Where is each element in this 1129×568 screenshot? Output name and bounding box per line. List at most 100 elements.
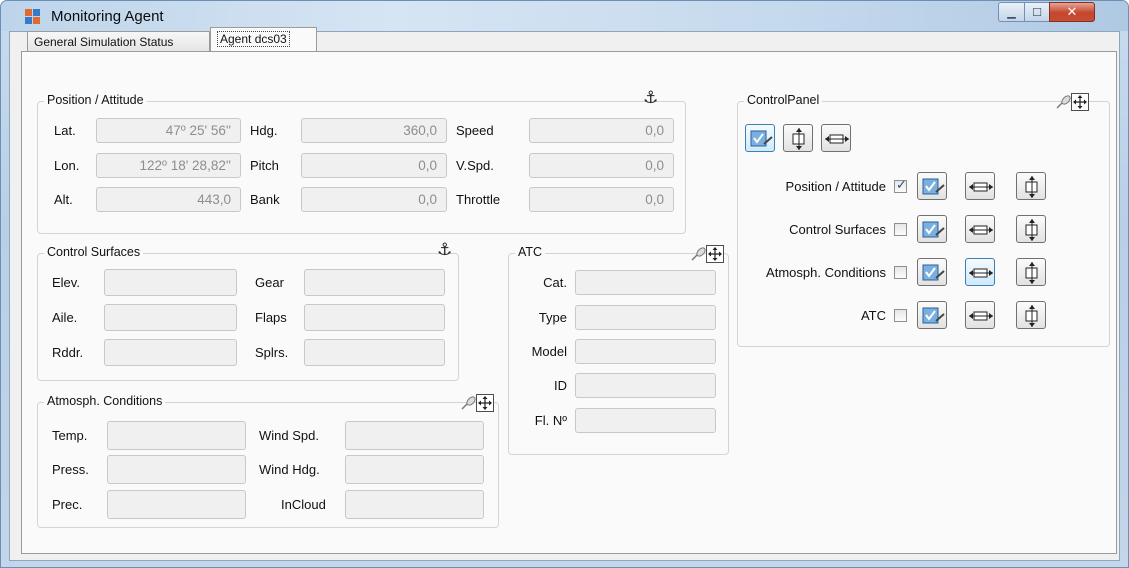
group-title: ATC <box>515 245 546 259</box>
cp-fit-width-control-surfaces[interactable] <box>965 215 995 243</box>
aile-field[interactable] <box>104 304 237 331</box>
fit-width-icon <box>825 134 849 144</box>
lon-label: Lon. <box>54 158 80 173</box>
edit-panel-icon <box>750 130 773 147</box>
alt-field[interactable]: 443,0 <box>96 187 241 212</box>
id-field[interactable] <box>575 373 716 398</box>
pin-icon[interactable] <box>1054 93 1072 111</box>
cp-edit-atmosph-conditions[interactable] <box>917 258 947 286</box>
group-title: Atmosph. Conditions <box>44 394 166 408</box>
pitch-label: Pitch <box>250 158 279 173</box>
pin-move-controls <box>459 394 495 412</box>
pin-icon[interactable] <box>689 245 707 263</box>
minimize-button[interactable]: ▁ <box>998 2 1025 22</box>
lat-label: Lat. <box>54 123 76 138</box>
vspd-field[interactable]: 0,0 <box>529 153 674 178</box>
cp-toggle-position-attitude[interactable] <box>894 177 907 193</box>
close-button[interactable]: ✕ <box>1049 2 1095 22</box>
move-icon[interactable] <box>476 394 494 412</box>
anchor-icon[interactable]: ⚓ <box>643 88 658 108</box>
id-label: ID <box>554 378 567 393</box>
tab-general-simulation-status[interactable]: General Simulation Status <box>27 31 210 52</box>
cp-toggle-atc[interactable] <box>894 309 907 322</box>
fit-width-icon <box>969 225 993 235</box>
minimize-icon: ▁ <box>1007 6 1016 19</box>
cp-fit-height-atmosph-conditions[interactable] <box>1016 258 1046 286</box>
group-title: Position / Attitude <box>44 93 147 107</box>
fit-height-icon <box>792 128 805 150</box>
group-title: ControlPanel <box>744 93 823 107</box>
pin-icon[interactable] <box>459 394 477 412</box>
bank-field[interactable]: 0,0 <box>301 187 447 212</box>
tab-agent-dcs03[interactable]: Agent dcs03 <box>210 27 317 51</box>
wind-hdg-label: Wind Hdg. <box>259 462 320 477</box>
maximize-button[interactable]: ☐ <box>1024 2 1050 22</box>
wind-spd-field[interactable] <box>345 421 484 450</box>
hdg-field[interactable]: 360,0 <box>301 118 447 143</box>
edit-panel-icon <box>922 221 945 238</box>
lat-field[interactable]: 47º 25' 56'' <box>96 118 241 143</box>
fl-no-field[interactable] <box>575 408 716 433</box>
app-icon <box>25 9 41 25</box>
press-label: Press. <box>52 462 89 477</box>
anchor-icon[interactable]: ⚓ <box>437 240 452 260</box>
atmosph-conditions-group: Atmosph. Conditions Temp. Press. Prec. W… <box>37 394 499 528</box>
wind-hdg-field[interactable] <box>345 455 484 484</box>
fl-no-label: Fl. Nº <box>534 413 567 428</box>
cp-fit-width-position-attitude[interactable] <box>965 172 995 200</box>
elev-field[interactable] <box>104 269 237 296</box>
fit-height-button[interactable] <box>783 124 813 152</box>
model-label: Model <box>531 344 567 359</box>
move-icon[interactable] <box>706 245 724 263</box>
cp-fit-height-control-surfaces[interactable] <box>1016 215 1046 243</box>
cp-edit-position-attitude[interactable] <box>917 172 947 200</box>
rddr-field[interactable] <box>104 339 237 366</box>
cp-fit-width-atmosph-conditions[interactable] <box>965 258 995 286</box>
gear-field[interactable] <box>304 269 445 296</box>
edit-panels-button[interactable] <box>745 124 775 152</box>
cp-edit-atc[interactable] <box>917 301 947 329</box>
speed-label: Speed <box>456 123 494 138</box>
incloud-label: InCloud <box>281 497 326 512</box>
move-icon[interactable] <box>1071 93 1089 111</box>
flaps-field[interactable] <box>304 304 445 331</box>
type-field[interactable] <box>575 305 716 330</box>
window-title: Monitoring Agent <box>51 8 164 25</box>
throttle-field[interactable]: 0,0 <box>529 187 674 212</box>
incloud-field[interactable] <box>345 490 484 519</box>
cp-toggle-atmosph-conditions[interactable] <box>894 266 907 279</box>
position-attitude-group: Position / Attitude ⚓ Lat. 47º 25' 56'' … <box>37 88 686 234</box>
fit-width-button[interactable] <box>821 124 851 152</box>
speed-field[interactable]: 0,0 <box>529 118 674 143</box>
tab-page-agent: Position / Attitude ⚓ Lat. 47º 25' 56'' … <box>21 51 1117 554</box>
model-field[interactable] <box>575 339 716 364</box>
splrs-field[interactable] <box>304 339 445 366</box>
temp-field[interactable] <box>107 421 246 450</box>
bank-label: Bank <box>250 192 280 207</box>
cp-fit-height-atc[interactable] <box>1016 301 1046 329</box>
group-title: Control Surfaces <box>44 245 144 259</box>
type-label: Type <box>538 310 567 325</box>
rddr-label: Rddr. <box>52 345 84 360</box>
fit-width-icon <box>969 182 993 192</box>
prec-label: Prec. <box>52 497 83 512</box>
cp-row-label-control-surfaces: Control Surfaces <box>789 222 886 237</box>
cp-edit-control-surfaces[interactable] <box>917 215 947 243</box>
splrs-label: Splrs. <box>255 345 289 360</box>
cp-row-label-position-attitude: Position / Attitude <box>785 179 886 194</box>
cp-fit-width-atc[interactable] <box>965 301 995 329</box>
cp-toggle-control-surfaces[interactable] <box>894 223 907 236</box>
lon-field[interactable]: 122º 18' 28,82'' <box>96 153 241 178</box>
cp-fit-height-position-attitude[interactable] <box>1016 172 1046 200</box>
throttle-label: Throttle <box>456 192 501 207</box>
atc-group: ATC Cat. Type Model ID Fl. Nº <box>508 245 729 455</box>
control-panel-group: ControlPanel Position / Attitude ✓ Contr… <box>737 93 1110 347</box>
pitch-field[interactable]: 0,0 <box>301 153 447 178</box>
press-field[interactable] <box>107 455 246 484</box>
edit-panel-icon <box>922 178 945 195</box>
cat-field[interactable] <box>575 270 716 295</box>
edit-panel-icon <box>922 307 945 324</box>
title-bar[interactable]: Monitoring Agent ▁ ☐ ✕ <box>1 1 1128 31</box>
pin-move-controls <box>689 245 725 263</box>
prec-field[interactable] <box>107 490 246 519</box>
